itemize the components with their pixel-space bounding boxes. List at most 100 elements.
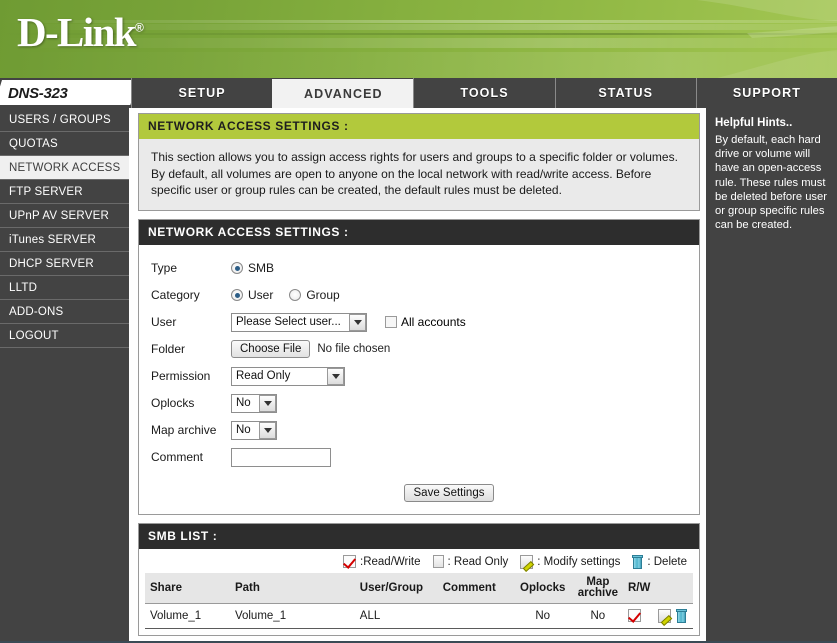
tab-tools[interactable]: TOOLS: [413, 78, 554, 108]
table-row[interactable]: Volume_1 Volume_1 ALL No No: [145, 603, 693, 629]
smb-list-body: :Read/Write : Read Only : Modify setting…: [139, 548, 699, 635]
form-row-comment: Comment: [151, 444, 687, 471]
cell-actions: [622, 603, 693, 629]
legend-readwrite-text: :Read/Write: [360, 555, 421, 568]
main-navigation: DNS-323 SETUP ADVANCED TOOLS STATUS SUPP…: [0, 78, 837, 108]
table-header-row: Share Path User/Group Comment Oplocks Ma…: [145, 572, 693, 604]
tab-status[interactable]: STATUS: [554, 78, 696, 108]
map-archive-label: Map archive: [151, 423, 217, 437]
sidebar-item-label: LLTD: [9, 281, 38, 294]
sidebar-item-label: UPnP AV SERVER: [9, 209, 109, 222]
cell-map-archive: No: [572, 603, 623, 629]
modify-settings-icon: [520, 554, 534, 569]
permission-label: Permission: [151, 369, 211, 383]
cell-oplocks: No: [512, 603, 573, 629]
legend-delete-text: : Delete: [647, 555, 687, 568]
form-row-type: Type SMB: [151, 255, 687, 282]
tab-advanced[interactable]: ADVANCED: [272, 79, 414, 108]
cell-comment: [437, 603, 513, 629]
sidebar-item-quotas[interactable]: QUOTAS: [0, 132, 129, 156]
sidebar-item-label: NETWORK ACCESS: [9, 161, 121, 174]
tab-advanced-label: ADVANCED: [303, 86, 383, 101]
col-rw: R/W: [622, 572, 693, 604]
col-comment: Comment: [437, 572, 513, 604]
category-user-radio[interactable]: [231, 289, 243, 301]
nav-tab-list: SETUP ADVANCED TOOLS STATUS SUPPORT: [131, 78, 837, 108]
cell-user-group: ALL: [354, 603, 438, 629]
sidebar-item-upnp-av-server[interactable]: UPnP AV SERVER: [0, 204, 129, 228]
settings-form: Type SMB Category User Group User Please…: [139, 244, 699, 514]
tab-support[interactable]: SUPPORT: [695, 78, 837, 108]
comment-input[interactable]: [231, 447, 331, 467]
info-panel-text: This section allows you to assign access…: [139, 139, 699, 210]
permission-select[interactable]: Read Only: [231, 366, 345, 386]
sidebar-item-add-ons[interactable]: ADD-ONS: [0, 300, 129, 324]
oplocks-select[interactable]: No: [231, 393, 277, 413]
chevron-down-icon: [349, 313, 366, 331]
all-accounts-checkbox[interactable]: [385, 316, 397, 328]
file-status-text: No file chosen: [317, 343, 391, 355]
smb-list-title: SMB LIST :: [139, 523, 699, 549]
sidebar-item-dhcp-server[interactable]: DHCP SERVER: [0, 252, 129, 276]
cell-share: Volume_1: [145, 603, 230, 629]
info-panel-title: NETWORK ACCESS SETTINGS :: [139, 114, 699, 139]
hints-title: Helpful Hints..: [715, 117, 793, 129]
sidebar-item-lltd[interactable]: LLTD: [0, 276, 129, 300]
save-settings-button[interactable]: Save Settings: [403, 483, 495, 502]
category-group-radio[interactable]: [289, 289, 302, 301]
sidebar-item-label: QUOTAS: [9, 137, 58, 150]
info-panel: NETWORK ACCESS SETTINGS : This section a…: [138, 113, 700, 211]
settings-panel-title: NETWORK ACCESS SETTINGS :: [139, 219, 699, 245]
main-content: NETWORK ACCESS SETTINGS : This section a…: [131, 108, 706, 641]
choose-file-button[interactable]: Choose File: [231, 340, 311, 358]
hints-body: By default, each hard drive or volume wi…: [715, 134, 827, 232]
col-map-archive: Map archive: [572, 572, 623, 604]
form-row-map-archive: Map archive No: [151, 417, 687, 444]
type-smb-radio[interactable]: [231, 262, 243, 274]
content-area: USERS / GROUPS QUOTAS NETWORK ACCESS FTP…: [0, 108, 837, 641]
readwrite-check-icon: [343, 555, 357, 568]
tab-support-label: SUPPORT: [732, 86, 801, 100]
model-name: DNS-323: [8, 84, 68, 102]
legend-readonly-text: : Read Only: [447, 555, 509, 568]
sidebar-item-users-groups[interactable]: USERS / GROUPS: [0, 108, 129, 132]
dlink-logo: D-Link®: [17, 8, 144, 56]
user-select[interactable]: Please Select user...: [231, 312, 367, 332]
permission-select-value: Read Only: [236, 370, 291, 382]
sidebar-item-itunes-server[interactable]: iTunes SERVER: [0, 228, 129, 252]
smb-table: Share Path User/Group Comment Oplocks Ma…: [145, 572, 693, 629]
form-row-oplocks: Oplocks No: [151, 390, 687, 417]
sidebar-menu: USERS / GROUPS QUOTAS NETWORK ACCESS FTP…: [0, 108, 131, 641]
sidebar-item-label: FTP SERVER: [9, 185, 83, 198]
model-badge-slashes-icon: [88, 80, 131, 105]
user-select-value: Please Select user...: [236, 316, 341, 328]
col-path: Path: [229, 572, 355, 604]
tab-status-label: STATUS: [598, 86, 654, 100]
sidebar-item-network-access[interactable]: NETWORK ACCESS: [0, 156, 129, 180]
chevron-down-icon: [259, 394, 276, 412]
sidebar-item-label: ADD-ONS: [9, 305, 64, 318]
model-badge: DNS-323: [0, 78, 131, 108]
category-group-label: Group: [306, 288, 340, 302]
sidebar-item-label: DHCP SERVER: [9, 257, 94, 270]
save-row: Save Settings: [211, 483, 687, 502]
sidebar-item-logout[interactable]: LOGOUT: [0, 324, 129, 348]
row-delete-trash-icon[interactable]: [675, 608, 687, 623]
registered-mark-icon: ®: [135, 20, 144, 35]
form-row-folder: Folder Choose File No file chosen: [151, 336, 687, 363]
readonly-box-icon: [432, 555, 444, 568]
folder-label: Folder: [151, 342, 186, 356]
row-modify-settings-icon[interactable]: [658, 608, 672, 623]
tab-setup[interactable]: SETUP: [131, 78, 272, 108]
type-label: Type: [151, 261, 178, 275]
form-row-user: User Please Select user... All accounts: [151, 309, 687, 336]
chevron-down-icon: [259, 421, 276, 439]
brand-banner: D-Link®: [0, 0, 837, 78]
col-user-group: User/Group: [354, 572, 438, 604]
map-archive-select[interactable]: No: [231, 420, 277, 440]
app-window: D-Link® DNS-323 SETUP ADVANCED TOOLS STA…: [0, 0, 837, 643]
tab-tools-label: TOOLS: [460, 86, 509, 100]
row-readwrite-check-icon: [627, 608, 641, 622]
cell-path: Volume_1: [229, 603, 355, 629]
sidebar-item-ftp-server[interactable]: FTP SERVER: [0, 180, 129, 204]
